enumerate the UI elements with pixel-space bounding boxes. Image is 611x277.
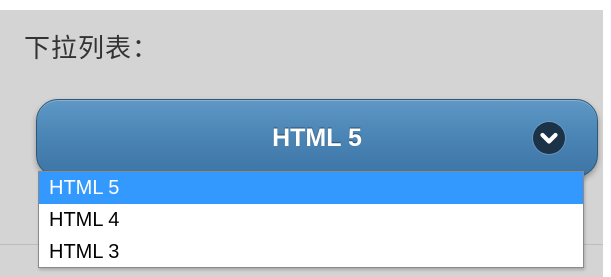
divider	[584, 244, 603, 245]
option-html5[interactable]: HTML 5	[39, 172, 583, 204]
dropdown-list: HTML 5 HTML 4 HTML 3	[38, 171, 584, 268]
select-dropdown-button[interactable]: HTML 5	[36, 99, 598, 177]
divider	[0, 244, 38, 245]
selected-value: HTML 5	[272, 124, 362, 152]
field-label: 下拉列表：	[24, 34, 160, 64]
chevron-down-icon	[533, 122, 565, 154]
option-html4[interactable]: HTML 4	[39, 204, 583, 236]
option-html3[interactable]: HTML 3	[39, 236, 583, 268]
